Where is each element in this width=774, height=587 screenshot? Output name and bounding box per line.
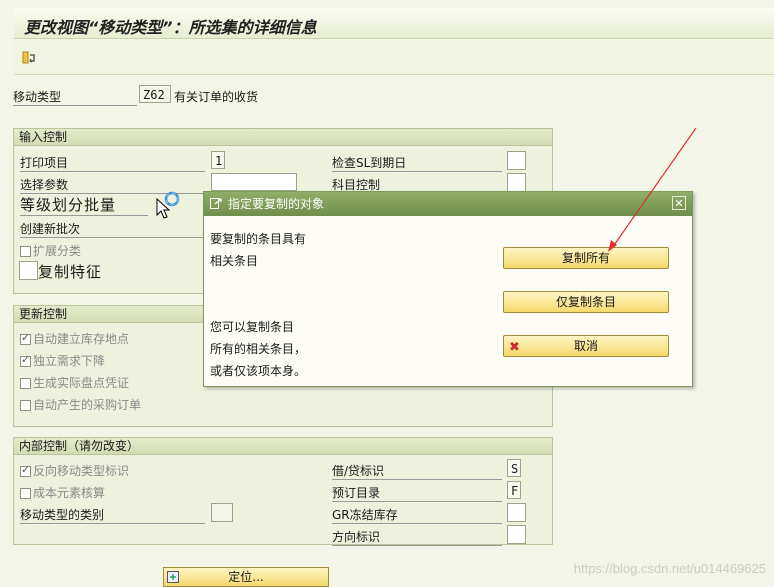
watermark: https://blog.csdn.net/u014469625 <box>573 561 766 576</box>
annotation-arrow <box>608 127 697 252</box>
